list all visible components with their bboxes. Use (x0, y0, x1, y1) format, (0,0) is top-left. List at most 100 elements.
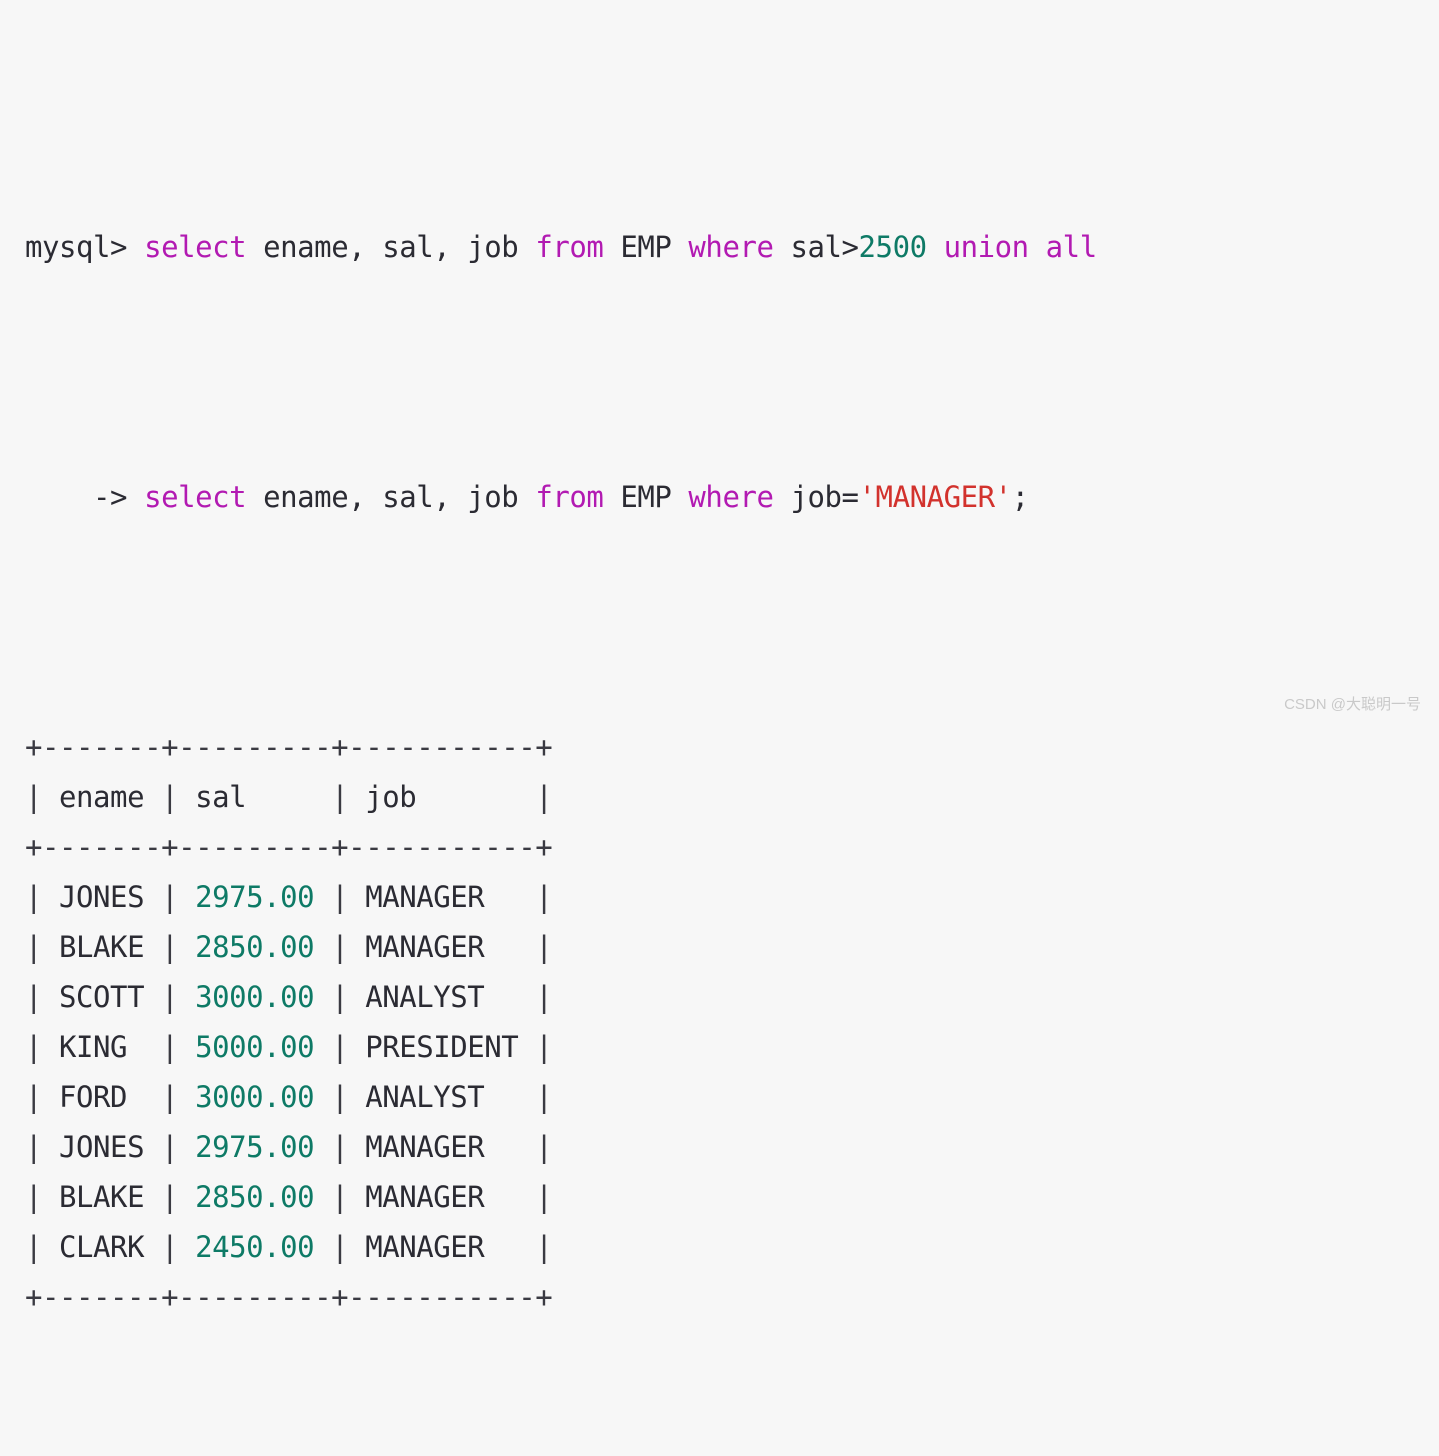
table-rule: +-------+---------+-----------+ (25, 1280, 553, 1314)
table-pipe: | (331, 880, 349, 914)
cell-job: PRESIDENT (348, 1030, 536, 1064)
space-1 (1029, 230, 1046, 264)
table-rule: +-------+---------+-----------+ (25, 830, 553, 864)
table-pipe: | (25, 1230, 43, 1264)
where-value-manager: 'MANAGER' (858, 480, 1013, 514)
table-row: | BLAKE | 2850.00 | MANAGER | (25, 1172, 1097, 1222)
table-pipe: | (535, 930, 553, 964)
cell-job: MANAGER (348, 880, 536, 914)
table-pipe: | (331, 1130, 349, 1164)
cell-job: MANAGER (348, 1230, 536, 1264)
table-row: | JONES | 2975.00 | MANAGER | (25, 1122, 1097, 1172)
table-pipe: | (535, 980, 553, 1014)
table-row: | BLAKE | 2850.00 | MANAGER | (25, 922, 1097, 972)
table-pipe: | (25, 1030, 43, 1064)
query-line-1: mysql> select ename, sal, job from EMP w… (25, 222, 1097, 272)
cell-sal: 2850.00 (178, 1180, 332, 1214)
table-top-rule: +-------+---------+-----------+ (25, 722, 1097, 772)
table-pipe: | (535, 1180, 553, 1214)
cell-sal: 3000.00 (178, 1080, 332, 1114)
table-pipe: | (535, 1080, 553, 1114)
where-value-2500: 2500 (858, 230, 927, 264)
cell-sal: 5000.00 (178, 1030, 332, 1064)
cell-ename: JONES (42, 1130, 162, 1164)
table-pipe: | (535, 1030, 553, 1064)
table-name-emp: EMP (603, 230, 689, 264)
table-pipe: | (535, 1130, 553, 1164)
table-pipe: | (331, 980, 349, 1014)
table-pipe: | (535, 1230, 553, 1264)
table-pipe: | (535, 880, 553, 914)
table-header-rule: +-------+---------+-----------+ (25, 822, 1097, 872)
cell-job: MANAGER (348, 1130, 536, 1164)
table-pipe: | (25, 1180, 43, 1214)
table-name-emp-2: EMP (603, 480, 689, 514)
cell-ename: FORD (42, 1080, 162, 1114)
table-pipe: | (25, 780, 43, 814)
continuation-prompt: -> (25, 480, 145, 514)
keyword-from: from (535, 230, 604, 264)
keyword-where: where (688, 230, 774, 264)
table-pipe: | (331, 1030, 349, 1064)
table-pipe: | (161, 1180, 179, 1214)
table-pipe: | (25, 980, 43, 1014)
cell-ename: BLAKE (42, 930, 162, 964)
keyword-union: union (926, 230, 1030, 264)
table-pipe: | (161, 930, 179, 964)
cell-job: MANAGER (348, 930, 536, 964)
table-row: | CLARK | 2450.00 | MANAGER | (25, 1222, 1097, 1272)
table-rule: +-------+---------+-----------+ (25, 730, 553, 764)
cell-ename: KING (42, 1030, 162, 1064)
table-pipe: | (331, 1180, 349, 1214)
keyword-all: all (1045, 230, 1097, 264)
cell-sal: 3000.00 (178, 980, 332, 1014)
keyword-from-2: from (535, 480, 604, 514)
table-header-row: | ename | sal | job | (25, 772, 1097, 822)
column-header-ename: ename (42, 780, 162, 814)
table-row: | KING | 5000.00 | PRESIDENT | (25, 1022, 1097, 1072)
where-field-sal: sal> (773, 230, 859, 264)
table-pipe: | (161, 880, 179, 914)
cell-job: ANALYST (348, 980, 536, 1014)
mysql-prompt: mysql> (25, 230, 145, 264)
table-pipe: | (535, 780, 553, 814)
select-column-list: ename, sal, job (246, 230, 536, 264)
table-pipe: | (161, 1130, 179, 1164)
table-pipe: | (25, 880, 43, 914)
keyword-select-2: select (144, 480, 247, 514)
table-row: | SCOTT | 3000.00 | ANALYST | (25, 972, 1097, 1022)
table-pipe: | (25, 1130, 43, 1164)
keyword-select: select (144, 230, 247, 264)
cell-ename: JONES (42, 880, 162, 914)
query-line-2: -> select ename, sal, job from EMP where… (25, 472, 1097, 522)
table-pipe: | (161, 1080, 179, 1114)
table-pipe: | (331, 780, 349, 814)
cell-ename: SCOTT (42, 980, 162, 1014)
cell-sal: 2975.00 (178, 1130, 332, 1164)
table-pipe: | (25, 1080, 43, 1114)
terminal-window: mysql> select ename, sal, job from EMP w… (0, 0, 1439, 1314)
table-pipe: | (161, 780, 179, 814)
statement-terminator: ; (1011, 480, 1029, 514)
result-set: +-------+---------+-----------+ | ename |… (25, 722, 1097, 1322)
csdn-watermark: CSDN @大聪明一号 (1284, 696, 1421, 713)
table-pipe: | (331, 930, 349, 964)
where-field-job: job= (773, 480, 859, 514)
cell-ename: BLAKE (42, 1180, 162, 1214)
cell-ename: CLARK (42, 1230, 162, 1264)
cell-job: MANAGER (348, 1180, 536, 1214)
select-column-list-2: ename, sal, job (246, 480, 536, 514)
column-header-job: job (348, 780, 536, 814)
table-bottom-rule: +-------+---------+-----------+ (25, 1272, 1097, 1322)
table-pipe: | (331, 1080, 349, 1114)
cell-sal: 2850.00 (178, 930, 332, 964)
table-pipe: | (161, 980, 179, 1014)
table-pipe: | (161, 1030, 179, 1064)
console-output: mysql> select ename, sal, job from EMP w… (25, 22, 1097, 1456)
keyword-where-2: where (688, 480, 774, 514)
cell-job: ANALYST (348, 1080, 536, 1114)
table-row: | JONES | 2975.00 | MANAGER | (25, 872, 1097, 922)
cell-sal: 2975.00 (178, 880, 332, 914)
cell-sal: 2450.00 (178, 1230, 332, 1264)
column-header-sal: sal (178, 780, 332, 814)
